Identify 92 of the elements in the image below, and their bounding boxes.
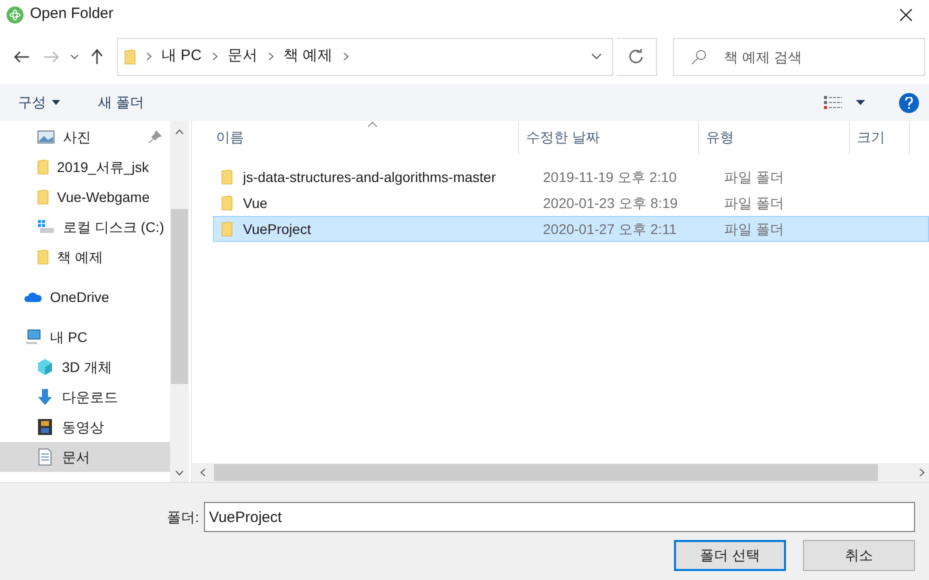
folder-label: 폴더: [167,508,199,526]
window-title: Open Folder [30,4,114,24]
drive-icon [37,218,55,236]
nav-item[interactable]: 로컬 디스크 (C:) [0,212,170,242]
nav-item[interactable]: OneDrive [0,282,170,312]
view-options-button[interactable] [824,96,865,110]
nav-item-label: 동영상 [62,418,104,436]
left-arrow-icon [14,50,30,62]
file-type: 파일 폴더 [724,168,784,186]
folder-icon [124,48,136,64]
nav-item-label: 다운로드 [62,388,118,406]
refresh-icon [628,48,644,64]
nav-item-label: OneDrive [50,288,110,306]
search-field[interactable]: 책 예제 검색 [673,38,925,76]
vertical-scrollbar[interactable] [170,121,189,482]
film-icon [36,418,54,436]
folder-icon [37,159,49,175]
new-folder-button[interactable]: 새 폴더 [98,92,144,113]
folder-icon [221,195,233,211]
refresh-button[interactable] [616,38,657,76]
scroll-left-icon [200,468,206,477]
nav-item[interactable]: 사진 [0,122,170,152]
nav-item-label: 2019_서류_jsk [57,158,149,177]
chevron-down-icon [591,53,602,60]
right-arrow-icon [42,50,59,62]
file-name: Vue [243,194,268,212]
details-view-icon [824,96,842,110]
file-name: VueProject [243,220,311,239]
column-header[interactable]: 이름 [192,121,519,154]
modified-date: 2020-01-27 오후 2:11 [543,220,678,238]
up-arrow-icon [91,48,104,64]
modified-date: 2020-01-23 오후 8:19 [543,194,679,212]
document-icon [36,448,54,466]
organize-button[interactable]: 구성 [18,92,60,113]
chevron-right-icon [342,52,349,61]
scrollbar-thumb[interactable] [214,464,878,481]
nav-item-label: Vue-Webgame [57,188,150,207]
scroll-up-icon [175,129,184,135]
file-row[interactable]: VueProject 2020-01-27 오후 2:11 파일 폴더 [213,216,929,242]
column-header[interactable]: 크기 [850,121,910,154]
folder-icon [221,221,233,237]
file-name: js-data-structures-and-algorithms-master [243,168,496,187]
breadcrumb-item[interactable]: 책 예제 [284,45,333,68]
folder-icon [221,169,233,185]
nav-item-label: 문서 [62,448,90,466]
cube-icon [36,358,54,376]
modified-date: 2019-11-19 오후 2:10 [543,168,678,186]
down-arrow-icon [36,388,54,406]
nav-item-label: 사진 [63,128,91,146]
column-header[interactable]: 수정한 날짜 [519,121,699,154]
breadcrumb-item[interactable]: 문서 [228,45,258,68]
scroll-down-icon [175,470,184,476]
address-bar[interactable]: 내 PC 문서 책 예제 [116,38,613,76]
nav-item[interactable]: 2019_서류_jsk [0,152,170,182]
chevron-right-icon [212,52,218,61]
file-row[interactable]: js-data-structures-and-algorithms-master 2019-11-19 오후 2:10 파일 폴더 [213,164,929,190]
close-icon [900,8,912,20]
nav-item[interactable]: 3D 개체 [0,352,170,382]
scrollbar-thumb[interactable] [171,209,188,384]
file-row[interactable]: Vue 2020-01-23 오후 8:19 파일 폴더 [213,190,929,216]
nav-item[interactable]: Vue-Webgame [0,182,170,212]
caret-icon [856,100,865,105]
chevron-right-icon [146,52,152,61]
folder-icon [37,189,49,205]
nav-item[interactable]: 동영상 [0,412,170,442]
nav-item[interactable]: 다운로드 [0,382,170,412]
scroll-right-icon [919,468,925,477]
nav-item-label: 내 PC [50,328,88,346]
search-icon [691,48,707,64]
caret-icon [52,100,60,105]
horizontal-scrollbar[interactable] [192,463,929,482]
nav-item[interactable]: 문서 [0,442,170,472]
atom-logo-icon [6,6,24,24]
folder-name-field[interactable]: VueProject [204,502,915,532]
dialog-button[interactable]: 폴더 선택 [674,540,786,571]
breadcrumb-item[interactable]: 내 PC [162,45,202,68]
help-button[interactable] [899,92,919,112]
nav-item[interactable]: 내 PC [0,322,170,352]
chevron-right-icon [268,52,274,61]
computer-icon [24,328,42,346]
column-header[interactable]: 유형 [699,121,850,154]
dialog-button[interactable]: 취소 [803,540,915,571]
nav-item-label: 책 예제 [57,248,103,266]
nav-item-label: 로컬 디스크 (C:) [63,218,164,237]
picture-icon [37,128,55,146]
file-type: 파일 폴더 [724,194,784,212]
nav-item[interactable]: 책 예제 [0,242,170,272]
question-mark-icon [905,96,913,108]
file-type: 파일 폴더 [724,220,784,238]
folder-icon [37,249,49,265]
nav-item-label: 3D 개체 [62,358,112,376]
chevron-down-icon [70,54,79,60]
